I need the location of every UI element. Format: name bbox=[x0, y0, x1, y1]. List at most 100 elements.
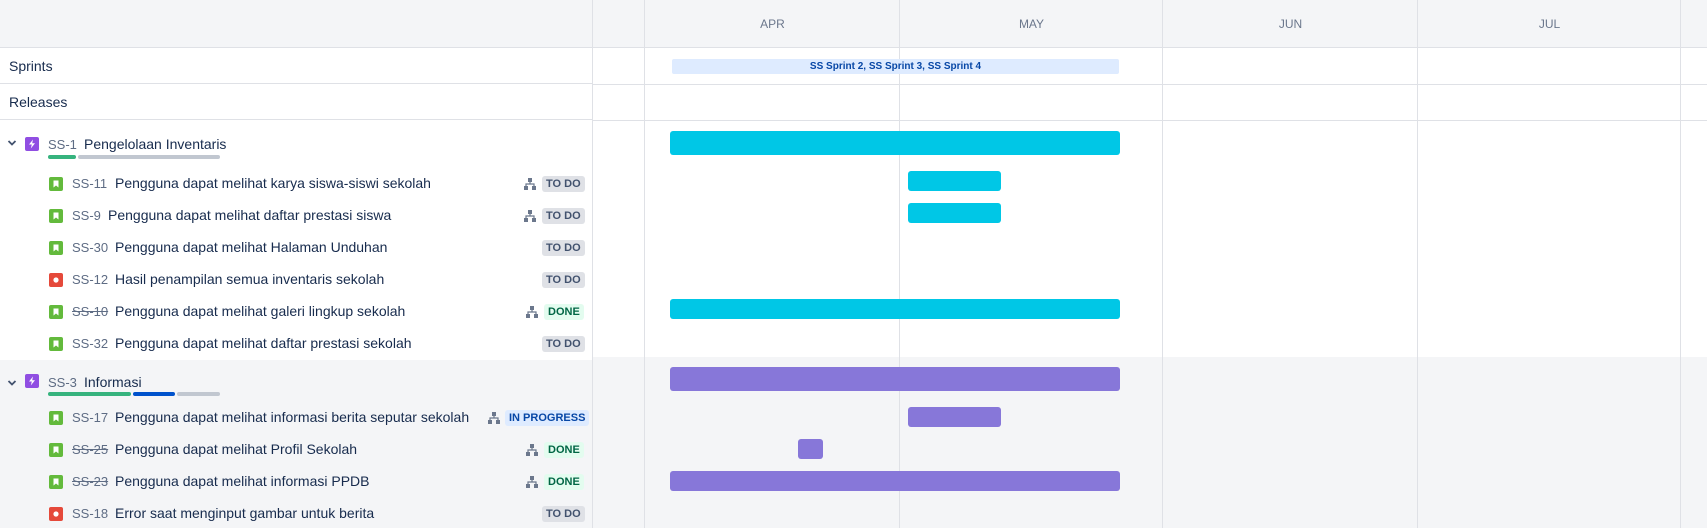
story-icon bbox=[49, 443, 63, 457]
row-divider bbox=[593, 84, 1707, 85]
child-issues-icon[interactable] bbox=[525, 475, 539, 489]
status-lozenge[interactable]: TO DO bbox=[542, 240, 585, 256]
issue-key[interactable]: SS-23 bbox=[72, 474, 108, 489]
month-divider bbox=[1680, 0, 1681, 528]
chevron-down-icon[interactable] bbox=[7, 138, 17, 148]
status-lozenge[interactable]: TO DO bbox=[542, 506, 585, 522]
issue-key[interactable]: SS-9 bbox=[72, 208, 101, 223]
status-lozenge[interactable]: TO DO bbox=[542, 272, 585, 288]
epic-progress-bar bbox=[48, 155, 220, 159]
issue-key[interactable]: SS-12 bbox=[72, 272, 108, 287]
child-issues-icon[interactable] bbox=[525, 305, 539, 319]
story-icon bbox=[49, 337, 63, 351]
month-divider bbox=[1162, 0, 1163, 528]
issue-summary[interactable]: Error saat menginput gambar untuk berita bbox=[115, 505, 374, 521]
epic-row[interactable]: SS-1 Pengelolaan Inventaris bbox=[0, 120, 592, 168]
status-lozenge[interactable]: TO DO bbox=[542, 336, 585, 352]
epic-bar-ss-3[interactable] bbox=[670, 367, 1120, 391]
month-divider bbox=[644, 0, 645, 528]
issue-bar-ss-17[interactable] bbox=[908, 407, 1001, 427]
epic-row[interactable]: SS-3 Informasi bbox=[0, 360, 592, 408]
epic-icon bbox=[25, 374, 39, 388]
issue-key[interactable]: SS-30 bbox=[72, 240, 108, 255]
issue-summary[interactable]: Pengguna dapat melihat informasi berita … bbox=[115, 409, 469, 425]
story-icon bbox=[49, 305, 63, 319]
issue-summary[interactable]: Pengguna dapat melihat karya siswa-siswi… bbox=[115, 175, 431, 191]
progress-todo-segment bbox=[177, 392, 220, 396]
issue-summary[interactable]: Pengguna dapat melihat informasi PPDB bbox=[115, 473, 369, 489]
issue-key[interactable]: SS-25 bbox=[72, 442, 108, 457]
timeline-grid[interactable]: APR MAY JUN JUL SS Sprint 2, SS Sprint 3… bbox=[593, 0, 1707, 528]
story-icon bbox=[49, 241, 63, 255]
status-lozenge[interactable]: DONE bbox=[544, 304, 584, 320]
month-label-apr: APR bbox=[760, 17, 785, 31]
issue-row[interactable]: SS-10 Pengguna dapat melihat galeri ling… bbox=[0, 296, 592, 328]
issue-list-panel: Sprints Releases SS-1 Pengelolaan Invent… bbox=[0, 0, 593, 528]
status-lozenge[interactable]: TO DO bbox=[542, 176, 585, 192]
timeline-header: APR MAY JUN JUL bbox=[593, 0, 1707, 48]
releases-label: Releases bbox=[9, 93, 68, 110]
issue-summary[interactable]: Pengguna dapat melihat daftar prestasi s… bbox=[115, 335, 412, 351]
issue-key[interactable]: SS-1 bbox=[48, 137, 77, 152]
issue-key[interactable]: SS-10 bbox=[72, 304, 108, 319]
issue-list-header bbox=[0, 0, 592, 48]
issue-summary[interactable]: Pengguna dapat melihat Profil Sekolah bbox=[115, 441, 357, 457]
issue-row[interactable]: SS-30 Pengguna dapat melihat Halaman Und… bbox=[0, 232, 592, 264]
issue-summary[interactable]: Pengguna dapat melihat daftar prestasi s… bbox=[108, 207, 391, 223]
issue-summary[interactable]: Hasil penampilan semua inventaris sekola… bbox=[115, 271, 384, 287]
issue-row[interactable]: SS-32 Pengguna dapat melihat daftar pres… bbox=[0, 328, 592, 360]
issue-row[interactable]: SS-17 Pengguna dapat melihat informasi b… bbox=[0, 402, 592, 434]
status-lozenge[interactable]: IN PROGRESS bbox=[505, 410, 590, 426]
issue-key[interactable]: SS-17 bbox=[72, 410, 108, 425]
issue-row[interactable]: SS-9 Pengguna dapat melihat daftar prest… bbox=[0, 200, 592, 232]
bug-icon bbox=[49, 273, 63, 287]
chevron-down-icon[interactable] bbox=[7, 378, 17, 388]
issue-row[interactable]: SS-25 Pengguna dapat melihat Profil Seko… bbox=[0, 434, 592, 466]
sprint-bar[interactable]: SS Sprint 2, SS Sprint 3, SS Sprint 4 bbox=[672, 59, 1119, 74]
epic-bar-ss-1[interactable] bbox=[670, 131, 1120, 155]
issue-summary[interactable]: Pengelolaan Inventaris bbox=[84, 136, 226, 152]
progress-inprogress-segment bbox=[133, 392, 175, 396]
epic-icon bbox=[25, 137, 39, 151]
progress-todo-segment bbox=[78, 155, 220, 159]
issue-bar-ss-25[interactable] bbox=[798, 439, 823, 459]
issue-bar-ss-10[interactable] bbox=[670, 299, 1120, 319]
story-icon bbox=[49, 411, 63, 425]
issue-bar-ss-11[interactable] bbox=[908, 171, 1001, 191]
child-issues-icon[interactable] bbox=[523, 209, 537, 223]
story-icon bbox=[49, 177, 63, 191]
issue-summary[interactable]: Pengguna dapat melihat Halaman Unduhan bbox=[115, 239, 387, 255]
issue-summary[interactable]: Informasi bbox=[84, 374, 142, 390]
issue-key[interactable]: SS-11 bbox=[72, 176, 107, 191]
month-label-jul: JUL bbox=[1538, 17, 1561, 31]
bug-icon bbox=[49, 507, 63, 521]
child-issues-icon[interactable] bbox=[523, 177, 537, 191]
progress-done-segment bbox=[48, 155, 76, 159]
issue-bar-ss-9[interactable] bbox=[908, 203, 1001, 223]
issue-key[interactable]: SS-32 bbox=[72, 336, 108, 351]
epic-group-ss-3: SS-3 Informasi SS-17 Pengguna dapat meli… bbox=[0, 360, 592, 528]
status-lozenge[interactable]: DONE bbox=[544, 474, 584, 490]
issue-bar-ss-23[interactable] bbox=[670, 471, 1120, 491]
child-issues-icon[interactable] bbox=[487, 411, 501, 425]
row-divider bbox=[593, 120, 1707, 121]
status-lozenge[interactable]: DONE bbox=[544, 442, 584, 458]
child-issues-icon[interactable] bbox=[525, 443, 539, 457]
releases-row[interactable]: Releases bbox=[0, 84, 592, 120]
progress-done-segment bbox=[48, 392, 131, 396]
issue-row[interactable]: SS-18 Error saat menginput gambar untuk … bbox=[0, 498, 592, 528]
issue-summary[interactable]: Pengguna dapat melihat galeri lingkup se… bbox=[115, 303, 405, 319]
status-lozenge[interactable]: TO DO bbox=[542, 208, 585, 224]
issue-key[interactable]: SS-3 bbox=[48, 375, 77, 390]
sprints-row[interactable]: Sprints bbox=[0, 48, 592, 84]
month-label-may: MAY bbox=[1018, 17, 1045, 31]
issue-key[interactable]: SS-18 bbox=[72, 506, 108, 521]
story-icon bbox=[49, 209, 63, 223]
issue-row[interactable]: SS-12 Hasil penampilan semua inventaris … bbox=[0, 264, 592, 296]
story-icon bbox=[49, 475, 63, 489]
month-divider bbox=[1417, 0, 1418, 528]
epic-group-ss-1: SS-1 Pengelolaan Inventaris SS-11 Penggu… bbox=[0, 120, 592, 360]
sprints-label: Sprints bbox=[9, 57, 53, 74]
issue-row[interactable]: SS-11 Pengguna dapat melihat karya siswa… bbox=[0, 168, 592, 200]
issue-row[interactable]: SS-23 Pengguna dapat melihat informasi P… bbox=[0, 466, 592, 498]
